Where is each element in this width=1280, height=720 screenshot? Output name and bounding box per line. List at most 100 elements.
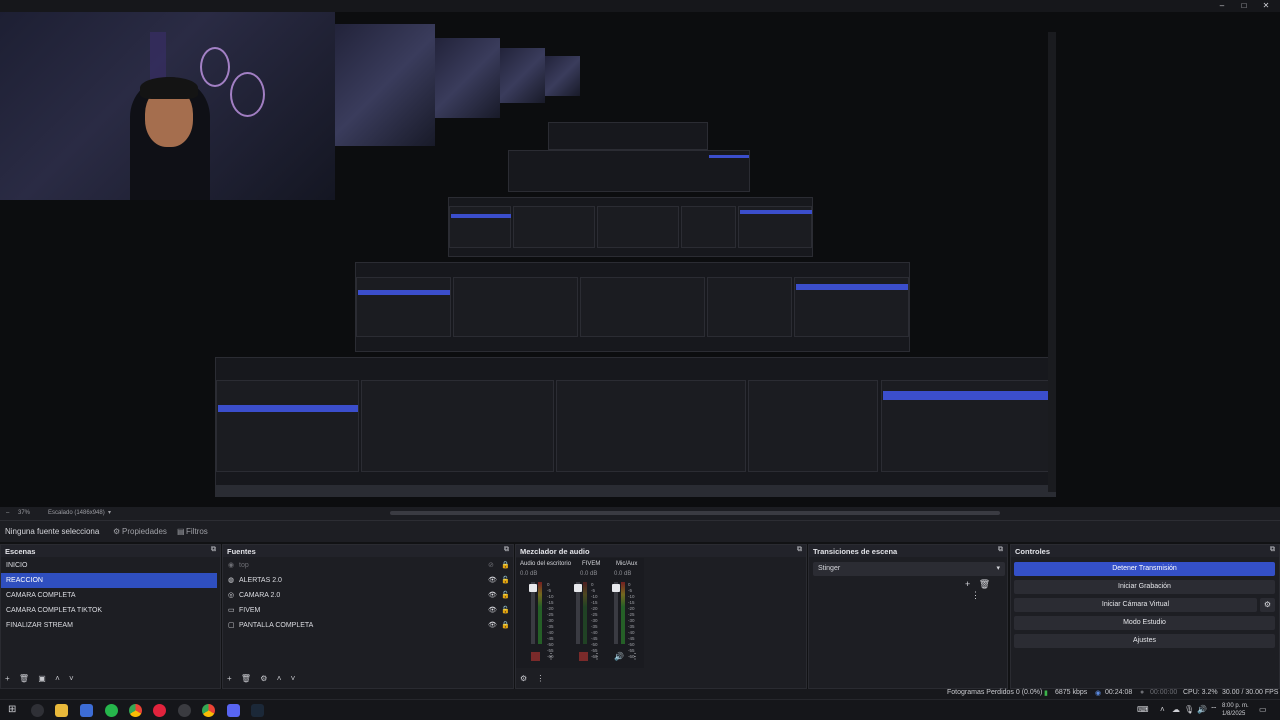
transition-toolbar: + 🗑 ⋮ xyxy=(965,579,1007,601)
window-icon: ▭ xyxy=(228,607,235,614)
mute-fivem-icon[interactable] xyxy=(579,652,588,661)
eye-icon[interactable]: 👁 xyxy=(488,603,497,618)
scaling-label[interactable]: Escalado (1486x948) xyxy=(48,510,105,516)
chevron-up-icon[interactable]: ˄ xyxy=(1160,705,1165,714)
taskbar-clock[interactable]: 8:00 p. m. 1/8/2025 xyxy=(1222,702,1249,718)
speaker-icon[interactable]: 🔊 xyxy=(614,652,624,661)
stream-time: 00:24:08 xyxy=(1105,689,1133,696)
studio-mode-button[interactable]: Modo Estudio xyxy=(1014,616,1275,630)
whatsapp-icon[interactable] xyxy=(105,704,118,717)
nested-webcam-4 xyxy=(545,56,580,96)
keyboard-icon[interactable]: ⌨ xyxy=(1137,705,1149,714)
chevron-up-icon[interactable]: ˄ xyxy=(277,674,282,683)
trash-icon[interactable]: 🗑 xyxy=(19,674,29,683)
transitions-title: Transiciones de escena xyxy=(813,547,898,556)
nested-obs-level-5 xyxy=(548,122,708,150)
settings-button[interactable]: Ajustes xyxy=(1014,634,1275,648)
add-icon[interactable]: + xyxy=(965,579,970,589)
filters-button[interactable]: Filtros xyxy=(186,527,208,536)
windows-start-icon[interactable]: ⊞ xyxy=(8,704,16,715)
scene-item[interactable]: INICIO xyxy=(1,558,220,573)
more-vertical-icon[interactable]: ⋮ xyxy=(536,674,544,683)
chrome-icon[interactable] xyxy=(202,704,215,717)
wifi-icon[interactable]: ⌔ xyxy=(1210,705,1218,715)
db-scale: 0 -5 -10 -15 -20 -25 -30 -35 -40 -45 -50… xyxy=(547,582,554,659)
chevron-up-icon[interactable]: ˄ xyxy=(55,674,60,683)
add-scene-icon[interactable]: + xyxy=(5,674,10,683)
cloud-icon[interactable]: ☁ xyxy=(1172,705,1180,714)
lock-icon[interactable]: 🔒 xyxy=(501,618,510,633)
more-vertical-icon[interactable]: ⋮ xyxy=(971,590,980,600)
nested-webcam-1 xyxy=(335,24,435,146)
undock-icon[interactable]: ⧉ xyxy=(211,546,216,554)
add-source-icon[interactable]: + xyxy=(227,674,232,683)
document-icon[interactable] xyxy=(80,704,93,717)
stop-stream-button[interactable]: Detener Transmisión xyxy=(1014,562,1275,576)
minimize-button[interactable]: – xyxy=(1216,1,1228,11)
fader-knob[interactable] xyxy=(574,584,582,592)
fader-knob[interactable] xyxy=(529,584,537,592)
maximize-button[interactable]: □ xyxy=(1238,1,1250,11)
trash-icon[interactable]: 🗑 xyxy=(979,579,990,589)
os-taskbar: ⊞ ⌨ ˄ ☁ 🎙 🔊 ⌔ ▭ xyxy=(0,699,1280,720)
source-item[interactable]: ▢ PANTALLA COMPLETA 👁 🔒 xyxy=(223,618,513,633)
scene-item[interactable]: CAMARA COMPLETA xyxy=(1,588,220,603)
mixer-settings-icon[interactable]: ⚙ xyxy=(520,674,527,683)
discord-icon[interactable] xyxy=(227,704,240,717)
gear-icon[interactable]: ⚙ xyxy=(1260,598,1275,612)
transition-select[interactable]: Stinger ▾ xyxy=(813,562,1005,576)
scene-item-selected[interactable]: REACCION xyxy=(1,573,217,588)
notification-icon[interactable]: ▭ xyxy=(1259,705,1267,714)
steam-icon[interactable] xyxy=(251,704,264,717)
window-titlebar: – □ ✕ xyxy=(0,0,1280,12)
source-item[interactable]: ▭ FIVEM 👁 🔓 xyxy=(223,603,513,618)
scene-item[interactable]: FINALIZAR STREAM xyxy=(1,618,220,633)
more-vertical-icon[interactable]: ⋮ xyxy=(547,652,555,661)
eye-icon[interactable]: 👁 xyxy=(488,588,497,603)
eye-icon[interactable]: 👁 xyxy=(488,573,497,588)
gear-icon[interactable]: ⚙ xyxy=(260,674,267,683)
unlock-icon[interactable]: 🔓 xyxy=(501,603,510,618)
speaker-icon[interactable]: 🔊 xyxy=(1197,705,1207,714)
eye-icon[interactable]: 👁 xyxy=(488,618,497,633)
zoom-level: 37% xyxy=(18,510,31,516)
level-meter xyxy=(538,582,542,644)
eye-off-icon[interactable]: ⊘ xyxy=(488,558,494,573)
undock-icon[interactable]: ⧉ xyxy=(998,546,1003,554)
start-recording-button[interactable]: Iniciar Grabación xyxy=(1014,580,1275,594)
scene-item[interactable]: CAMARA COMPLETA TIKTOK xyxy=(1,603,220,618)
preview-canvas[interactable] xyxy=(0,12,1280,507)
preview-scrollbar[interactable] xyxy=(1048,32,1056,492)
horizontal-scrollbar[interactable] xyxy=(390,511,1000,515)
lock-icon[interactable]: 🔒 xyxy=(501,558,510,573)
source-item[interactable]: ◎ CAMARA 2.0 👁 🔓 xyxy=(223,588,513,603)
obs-icon[interactable] xyxy=(178,704,191,717)
opera-icon[interactable] xyxy=(153,704,166,717)
fader-knob[interactable] xyxy=(612,584,620,592)
zoom-out-icon[interactable]: – xyxy=(6,510,9,516)
properties-button[interactable]: Propiedades xyxy=(122,527,167,536)
chevron-down-icon[interactable]: ˅ xyxy=(291,674,296,683)
more-vertical-icon[interactable]: ⋮ xyxy=(631,652,639,661)
source-item[interactable]: ◉ top ⊘ 🔒 xyxy=(223,558,513,573)
trash-icon[interactable]: 🗑 xyxy=(241,674,251,683)
chevron-down-icon[interactable]: ˅ xyxy=(69,674,74,683)
mute-desktop-icon[interactable] xyxy=(531,652,540,661)
source-item[interactable]: ◍ ALERTAS 2.0 👁 🔓 xyxy=(223,573,513,588)
chevron-down-icon[interactable]: ▾ xyxy=(108,509,111,516)
unlock-icon[interactable]: 🔓 xyxy=(501,588,510,603)
close-button[interactable]: ✕ xyxy=(1260,1,1272,11)
webcam-feed xyxy=(0,12,335,200)
unlock-icon[interactable]: 🔓 xyxy=(501,573,510,588)
virtual-camera-button[interactable]: Iniciar Cámara Virtual xyxy=(1014,598,1257,612)
undock-icon[interactable]: ⧉ xyxy=(1270,546,1275,554)
app-icon-1[interactable] xyxy=(31,704,44,717)
mixer-toolbar: ⚙ ⋮ xyxy=(516,674,806,688)
mic-icon[interactable]: 🎙 xyxy=(1184,705,1194,714)
more-vertical-icon[interactable]: ⋮ xyxy=(593,652,601,661)
undock-icon[interactable]: ⧉ xyxy=(797,546,802,554)
filter-icon[interactable]: ▣ xyxy=(38,674,46,683)
undock-icon[interactable]: ⧉ xyxy=(504,546,509,554)
chrome-icon[interactable] xyxy=(129,704,142,717)
folder-icon[interactable] xyxy=(55,704,68,717)
